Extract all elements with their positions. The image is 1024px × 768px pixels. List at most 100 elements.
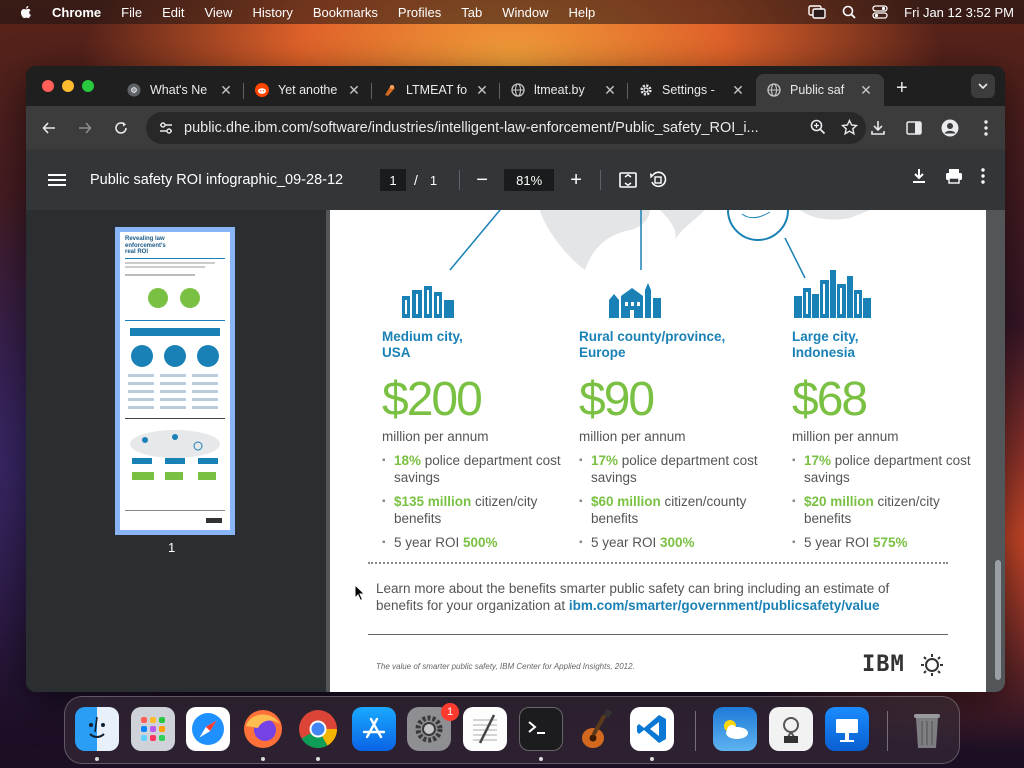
page-thumbnail[interactable]: Revealing law enforcement's real ROI [115,227,235,535]
tab-ltmeat-by[interactable]: ltmeat.by ✕ [500,74,628,106]
keynote-icon[interactable] [825,707,869,751]
learn-more-link[interactable]: ibm.com/smarter/government/publicsafety/… [569,598,880,613]
new-tab-button[interactable]: + [896,77,908,100]
page-number-input[interactable]: 1 [380,169,406,191]
back-arrow-icon [42,122,55,134]
vscode-icon[interactable] [630,707,674,751]
close-tab-icon[interactable]: ✕ [346,82,362,99]
dock: 1 [64,696,960,764]
app-store-icon[interactable] [352,707,396,751]
spotlight-search-icon[interactable] [842,5,856,19]
pdf-toolbar: Public safety ROI infographic_09-28-12 1… [26,150,1005,210]
zoom-level-input[interactable]: 81% [504,169,555,191]
notification-badge: 1 [441,703,459,721]
screen-mirroring-icon[interactable] [808,5,826,19]
menu-bookmarks[interactable]: Bookmarks [313,5,378,20]
menu-tab[interactable]: Tab [461,5,482,20]
hamburger-menu-icon[interactable] [48,173,66,187]
forward-arrow-icon [79,122,92,134]
page-separator: / [414,172,418,188]
benefit-list: 17% police department cost savings $60 m… [579,452,759,551]
address-bar[interactable]: public.dhe.ibm.com/software/industries/i… [146,112,866,144]
menu-help[interactable]: Help [569,5,596,20]
tab-settings[interactable]: Settings - ✕ [628,74,756,106]
menu-app-name[interactable]: Chrome [52,5,101,20]
zoom-out-button[interactable]: − [472,169,492,192]
pdf-page: Medium city, USA $200 million per annum … [330,210,986,692]
pdf-viewer: Medium city, USA $200 million per annum … [326,210,1005,692]
stat-value: 500% [463,535,498,550]
preview-icon[interactable] [769,707,813,751]
chevron-down-icon [978,83,988,89]
site-info-icon[interactable] [158,121,174,135]
tab-search-button[interactable] [971,74,995,98]
apple-icon[interactable] [18,4,34,20]
url-text[interactable]: public.dhe.ibm.com/software/industries/i… [184,120,784,136]
close-tab-icon[interactable]: ✕ [474,82,490,99]
town-skyline-icon [609,283,661,318]
launchpad-icon[interactable] [131,707,175,751]
tab-reddit[interactable]: Yet anothe ✕ [244,74,372,106]
tab-whats-new[interactable]: What's Ne ✕ [116,74,244,106]
menu-file[interactable]: File [121,5,142,20]
print-icon[interactable] [945,168,963,184]
smarter-planet-icon [921,654,943,676]
fit-to-page-icon[interactable] [619,172,637,188]
close-tab-icon[interactable]: ✕ [858,82,874,99]
finder-icon[interactable] [75,707,119,751]
close-tab-icon[interactable]: ✕ [730,82,746,99]
profile-avatar-icon [941,119,959,137]
list-item: 17% police department cost savings [579,452,759,486]
menu-bar: Chrome File Edit View History Bookmarks … [0,0,1024,24]
zoom-lens-icon[interactable] [810,119,826,135]
tab-title: ltmeat.by [534,83,585,97]
close-tab-icon[interactable]: ✕ [218,82,234,99]
back-button[interactable] [32,111,66,145]
menu-history[interactable]: History [252,5,292,20]
profile-button[interactable] [937,112,963,144]
rotate-icon[interactable] [649,171,667,189]
stat-value: 300% [660,535,695,550]
zoom-window-button[interactable] [82,80,94,92]
tab-ltmeat[interactable]: LTMEAT fo ✕ [372,74,500,106]
close-window-button[interactable] [42,80,54,92]
column-medium-city: Medium city, USA $200 million per annum … [382,282,562,558]
downloads-button[interactable] [865,112,891,144]
toolbar-divider [459,170,461,190]
menu-window[interactable]: Window [502,5,548,20]
running-indicator [261,757,265,761]
control-center-icon[interactable] [872,5,888,19]
roi-amount: $200 [382,373,483,426]
pdf-download-icon[interactable] [911,168,927,184]
forward-button[interactable] [68,111,102,145]
stat-value: 17% [591,453,619,468]
textedit-icon[interactable] [463,707,507,751]
chrome-icon[interactable] [296,707,340,751]
menubar-clock[interactable]: Fri Jan 12 3:52 PM [904,5,1014,20]
list-item: $135 million citizen/city benefits [382,493,562,527]
dock-divider [887,711,888,751]
terminal-icon[interactable] [519,707,563,751]
mouse-cursor-icon [354,584,366,602]
weather-icon[interactable] [713,707,757,751]
tab-public-safety[interactable]: Public saf ✕ [756,74,884,106]
menu-edit[interactable]: Edit [162,5,184,20]
bookmark-star-icon[interactable] [841,119,858,136]
close-tab-icon[interactable]: ✕ [602,82,618,99]
reload-button[interactable] [104,111,138,145]
amount-unit: million per annum [579,429,686,444]
vertical-scrollbar[interactable] [995,560,1001,680]
tab-strip: What's Ne ✕ Yet anothe ✕ LTMEAT fo ✕ ltm… [26,66,1005,106]
side-panel-button[interactable] [901,112,927,144]
chrome-menu-button[interactable] [973,112,999,144]
menu-profiles[interactable]: Profiles [398,5,441,20]
zoom-in-button[interactable]: + [566,169,586,192]
minimize-window-button[interactable] [62,80,74,92]
safari-icon[interactable] [186,707,230,751]
trash-icon[interactable] [905,707,949,751]
chrome-window: What's Ne ✕ Yet anothe ✕ LTMEAT fo ✕ ltm… [26,66,1005,692]
firefox-icon[interactable] [241,707,285,751]
pdf-more-icon[interactable] [981,168,985,184]
menu-view[interactable]: View [204,5,232,20]
garageband-icon[interactable] [575,707,619,751]
